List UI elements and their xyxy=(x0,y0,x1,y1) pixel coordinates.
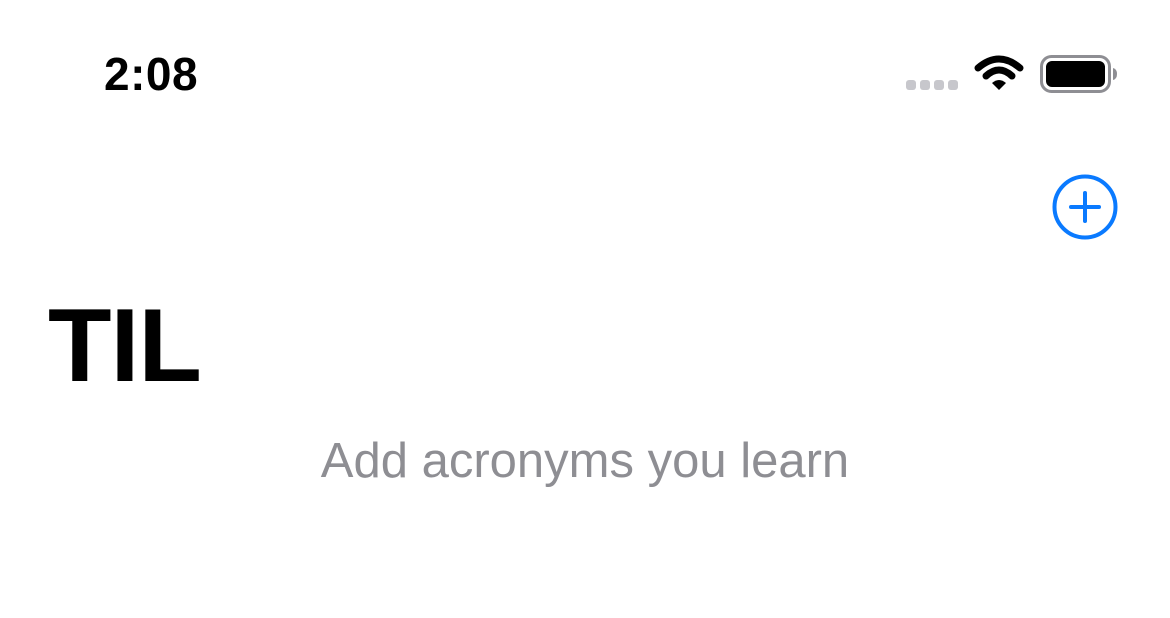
page-title: TIL xyxy=(48,288,202,404)
wifi-icon xyxy=(974,55,1024,90)
add-button[interactable] xyxy=(1052,174,1118,240)
battery-icon xyxy=(1040,55,1117,93)
status-bar: 2:08 xyxy=(0,0,1170,140)
empty-state-message: Add acronyms you learn xyxy=(320,434,850,488)
status-time: 2:08 xyxy=(104,48,199,100)
cellular-signal-icon xyxy=(906,80,960,92)
